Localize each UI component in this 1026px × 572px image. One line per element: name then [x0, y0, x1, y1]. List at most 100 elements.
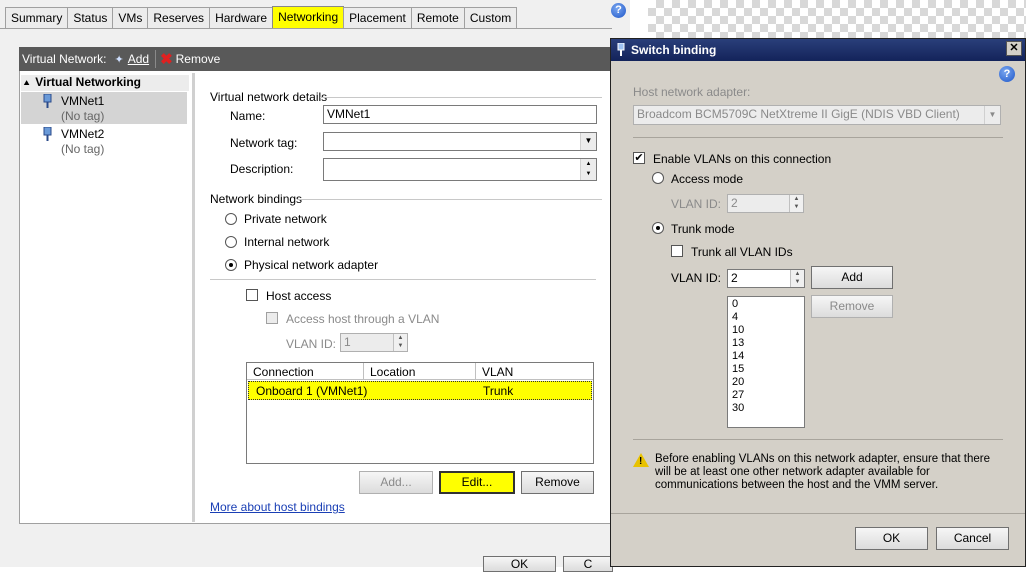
vlan-id-value: 2 — [731, 271, 738, 285]
chevron-down-icon: ▼ — [984, 106, 1000, 124]
vlan-list[interactable]: 0 4 10 13 14 15 20 27 30 — [727, 296, 805, 428]
tab-custom[interactable]: Custom — [463, 7, 518, 28]
adapter-combobox: Broadcom BCM5709C NetXtreme II GigE (NDI… — [633, 105, 1001, 125]
column-header-vlan[interactable]: VLAN — [476, 363, 593, 380]
section-divider — [297, 199, 602, 200]
name-input[interactable]: VMNet1 — [323, 105, 597, 124]
host-vlan-label: VLAN ID: — [286, 337, 337, 351]
help-icon[interactable]: ? — [999, 66, 1015, 82]
physical-adapter-radio[interactable] — [225, 259, 237, 271]
add-network-label: Add — [127, 52, 150, 66]
row-vlan: Trunk — [483, 384, 514, 398]
column-header-location[interactable]: Location — [364, 363, 476, 380]
tab-hardware[interactable]: Hardware — [209, 7, 274, 28]
spinner-arrows-icon[interactable]: ▲ ▼ — [790, 270, 804, 287]
tree-header-label: Virtual Networking — [35, 75, 141, 89]
dialog-title: Switch binding — [631, 43, 717, 57]
tab-remote[interactable]: Remote — [410, 7, 465, 28]
dialog-title-bar[interactable]: Switch binding — [611, 39, 1025, 61]
spinner-arrows-icon: ▲ ▼ — [789, 195, 803, 212]
private-network-label[interactable]: Private network — [244, 212, 327, 226]
network-tag-combobox[interactable]: ▼ — [323, 132, 597, 151]
list-item[interactable]: 10 — [732, 324, 800, 337]
adapter-label: Host network adapter: — [633, 85, 751, 99]
help-icon[interactable]: ? — [611, 3, 626, 18]
column-header-connection[interactable]: Connection — [247, 363, 364, 380]
table-row[interactable]: Onboard 1 (VMNet1) Trunk — [248, 381, 592, 400]
list-item[interactable]: 14 — [732, 350, 800, 363]
row-connection: Onboard 1 (VMNet1) — [256, 384, 368, 398]
bindings-section-title: Network bindings — [210, 192, 303, 206]
description-input[interactable]: ▲ ▼ — [323, 158, 597, 181]
section-divider — [210, 279, 596, 280]
list-item[interactable]: 4 — [732, 311, 800, 324]
network-adapter-icon — [43, 93, 52, 111]
internal-network-radio[interactable] — [225, 236, 237, 248]
list-item[interactable]: 15 — [732, 363, 800, 376]
tree-header[interactable]: ⯅ Virtual Networking — [21, 75, 189, 91]
section-divider — [320, 97, 602, 98]
access-mode-radio[interactable] — [652, 172, 664, 184]
vlan-id-spinner[interactable]: 2 ▲ ▼ — [727, 269, 805, 288]
trunk-all-checkbox[interactable] — [671, 245, 683, 257]
close-icon[interactable]: ✕ — [1006, 41, 1022, 56]
access-vlan-checkbox — [266, 312, 278, 324]
tab-summary[interactable]: Summary — [5, 7, 69, 28]
remove-network-button[interactable]: Remove — [176, 52, 221, 66]
ok-button[interactable]: OK — [483, 556, 556, 572]
panel-splitter[interactable] — [192, 73, 195, 522]
virtual-network-toolbar: Virtual Network: ✦ Add ✖ Remove — [19, 47, 615, 71]
list-item[interactable]: 20 — [732, 376, 800, 389]
access-vlan-spinner: 2 ▲ ▼ — [727, 194, 804, 213]
section-divider — [633, 439, 1003, 440]
tree-item-tag: (No tag) — [61, 142, 105, 156]
host-access-label[interactable]: Host access — [266, 289, 331, 303]
list-item[interactable]: 30 — [732, 402, 800, 415]
private-network-radio[interactable] — [225, 213, 237, 225]
tree-item-name[interactable]: VMNet1 — [61, 94, 104, 108]
tab-status[interactable]: Status — [67, 7, 114, 28]
tab-placement[interactable]: Placement — [343, 7, 412, 28]
access-vlan-value: 2 — [731, 196, 738, 210]
scroll-arrows-icon[interactable]: ▲ ▼ — [580, 159, 596, 180]
list-item[interactable]: 27 — [732, 389, 800, 402]
more-about-host-bindings-link[interactable]: More about host bindings — [210, 500, 345, 514]
tab-strip: Summary Status VMs Reserves Hardware Net… — [5, 6, 518, 28]
tab-vms[interactable]: VMs — [112, 7, 149, 28]
dialog-ok-button[interactable]: OK — [855, 527, 928, 550]
enable-vlans-label[interactable]: Enable VLANs on this connection — [653, 152, 831, 166]
access-mode-label[interactable]: Access mode — [671, 172, 743, 186]
host-access-checkbox[interactable] — [246, 289, 258, 301]
toolbar-title: Virtual Network: — [22, 52, 107, 66]
tab-reserves[interactable]: Reserves — [147, 7, 211, 28]
cancel-button[interactable]: C — [563, 556, 613, 572]
tree-item-name[interactable]: VMNet2 — [61, 127, 104, 141]
edit-binding-button[interactable]: Edit... — [439, 471, 515, 494]
network-adapter-icon — [43, 126, 52, 144]
trunk-all-label[interactable]: Trunk all VLAN IDs — [691, 245, 793, 259]
network-tag-label: Network tag: — [230, 136, 298, 150]
transparent-background — [648, 0, 1026, 40]
remove-binding-button[interactable]: Remove — [521, 471, 594, 494]
trunk-mode-label[interactable]: Trunk mode — [671, 222, 735, 236]
dialog-cancel-button[interactable]: Cancel — [936, 527, 1009, 550]
adapter-value: Broadcom BCM5709C NetXtreme II GigE (NDI… — [637, 107, 960, 121]
remove-network-icon: ✖ — [160, 51, 173, 68]
chevron-down-icon[interactable]: ▼ — [580, 133, 596, 150]
add-network-icon: ✦ — [114, 53, 124, 66]
add-binding-button[interactable]: Add... — [359, 471, 433, 494]
trunk-mode-radio[interactable] — [652, 222, 664, 234]
remove-vlan-button[interactable]: Remove — [811, 295, 893, 318]
enable-vlans-checkbox[interactable]: ✔ — [633, 152, 645, 164]
add-vlan-button[interactable]: Add — [811, 266, 893, 289]
add-network-button[interactable]: Add — [128, 52, 149, 66]
warning-icon-mark: ! — [639, 456, 643, 467]
toolbar-separator — [155, 50, 157, 68]
list-item[interactable]: 13 — [732, 337, 800, 350]
list-item[interactable]: 0 — [732, 298, 800, 311]
internal-network-label[interactable]: Internal network — [244, 235, 329, 249]
remove-network-label: Remove — [175, 52, 221, 66]
tab-networking[interactable]: Networking — [272, 6, 345, 28]
physical-adapter-label[interactable]: Physical network adapter — [244, 258, 378, 272]
collapse-icon[interactable]: ⯅ — [23, 78, 30, 88]
